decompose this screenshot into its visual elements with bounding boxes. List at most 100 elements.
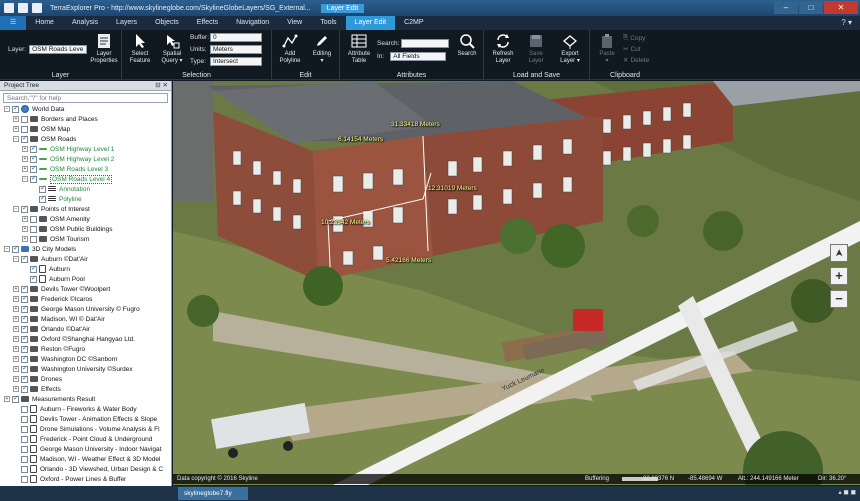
tree-item[interactable]: Oxford - Power Lines & Buffer: [0, 475, 171, 485]
tree-item[interactable]: + OSM Roads Level 3: [0, 164, 171, 175]
tree-item[interactable]: − Auburn ©Dat'Air: [0, 254, 171, 265]
spatial-query-button[interactable]: Spatial Query ▾: [158, 33, 186, 65]
tree-item[interactable]: Auburn: [0, 264, 171, 275]
expand-toggle-icon[interactable]: +: [13, 336, 19, 343]
tree-item[interactable]: + OSM Highway Level 1: [0, 144, 171, 155]
type-select[interactable]: Intersect: [210, 57, 262, 66]
tree-search-input[interactable]: Search,"?" for help: [3, 93, 168, 103]
visibility-checkbox[interactable]: [21, 254, 28, 264]
visibility-checkbox[interactable]: [21, 314, 28, 324]
add-polyline-button[interactable]: Add Polyline: [276, 33, 304, 65]
expand-toggle-icon[interactable]: +: [13, 356, 19, 363]
tree-item[interactable]: + Measurements Result: [0, 394, 171, 405]
visibility-checkbox[interactable]: [30, 225, 37, 233]
3d-map-viewport[interactable]: Yuck Leumane 6.14154 Meters 31.33418 Met…: [173, 81, 860, 485]
visibility-checkbox[interactable]: [21, 425, 28, 433]
tab-objects[interactable]: Objects: [146, 16, 188, 30]
tree-item[interactable]: Orlando - 3D Viewshed, Urban Design & C: [0, 465, 171, 475]
expand-toggle-icon[interactable]: +: [22, 236, 28, 243]
tree-item[interactable]: + Effects: [0, 384, 171, 395]
tree-item[interactable]: − OSM Roads: [0, 134, 171, 145]
search-field-select[interactable]: All Fields: [390, 52, 447, 61]
visibility-checkbox[interactable]: [30, 264, 37, 274]
expand-toggle-icon[interactable]: +: [22, 216, 28, 223]
expand-toggle-icon[interactable]: −: [13, 136, 19, 143]
visibility-checkbox[interactable]: [30, 215, 37, 223]
expand-toggle-icon[interactable]: +: [22, 226, 28, 233]
new-icon[interactable]: [18, 3, 28, 13]
tree-item[interactable]: + OSM Public Buildings: [0, 225, 171, 235]
file-menu-button[interactable]: ☰: [0, 16, 27, 30]
tree-item[interactable]: + OSM Tourism: [0, 235, 171, 245]
paste-button[interactable]: Paste ▾: [594, 33, 620, 65]
tab-effects[interactable]: Effects: [188, 16, 227, 30]
visibility-checkbox[interactable]: [21, 115, 28, 123]
tab-layer-edit[interactable]: Layer Edit: [345, 16, 396, 30]
tab-navigation[interactable]: Navigation: [227, 16, 278, 30]
visibility-checkbox[interactable]: [21, 405, 28, 413]
zoom-in-button[interactable]: +: [830, 267, 848, 285]
tree-item[interactable]: + Borders and Places: [0, 115, 171, 125]
maximize-button[interactable]: □: [799, 1, 823, 14]
visibility-checkbox[interactable]: [21, 204, 28, 214]
visibility-checkbox[interactable]: [21, 435, 28, 443]
expand-toggle-icon[interactable]: +: [13, 326, 19, 333]
visibility-checkbox[interactable]: [21, 344, 28, 354]
tree-item[interactable]: − Points of Interest: [0, 204, 171, 215]
buffer-input[interactable]: 0: [210, 33, 262, 42]
north-arrow-icon[interactable]: ➤: [830, 244, 848, 262]
tree-item[interactable]: Madison, WI - Weather Effect & 3D Model: [0, 455, 171, 465]
visibility-checkbox[interactable]: [30, 144, 37, 154]
tree-item[interactable]: Frederick - Point Cloud & Underground: [0, 435, 171, 445]
visibility-checkbox[interactable]: [21, 354, 28, 364]
visibility-checkbox[interactable]: [39, 184, 46, 194]
expand-toggle-icon[interactable]: +: [13, 316, 19, 323]
visibility-checkbox[interactable]: [12, 244, 19, 254]
expand-toggle-icon[interactable]: +: [13, 286, 19, 293]
editing-button[interactable]: Editing ▾: [308, 33, 336, 65]
expand-toggle-icon[interactable]: +: [13, 376, 19, 383]
tree-item[interactable]: − OSM Roads Level 4: [0, 174, 171, 185]
app-icon[interactable]: [4, 3, 14, 13]
delete-button[interactable]: ✕ Delete: [623, 56, 649, 65]
visibility-checkbox[interactable]: [21, 475, 28, 483]
visibility-checkbox[interactable]: [21, 374, 28, 384]
close-button[interactable]: ✕: [824, 1, 858, 14]
tab-c2mp[interactable]: C2MP: [395, 16, 432, 30]
expand-toggle-icon[interactable]: −: [4, 246, 10, 253]
tree-item[interactable]: + OSM Amenity: [0, 215, 171, 225]
export-layer-button[interactable]: Export Layer ▾: [554, 33, 586, 65]
visibility-checkbox[interactable]: [21, 125, 28, 133]
expand-toggle-icon[interactable]: −: [22, 176, 28, 183]
expand-toggle-icon[interactable]: +: [4, 396, 10, 403]
expand-toggle-icon[interactable]: −: [13, 206, 19, 213]
attribute-table-button[interactable]: Attribute Table: [344, 33, 374, 65]
units-select[interactable]: Meters: [210, 45, 262, 54]
attribute-search-input[interactable]: [401, 39, 450, 48]
tree-item[interactable]: George Mason University - Indoor Navigat: [0, 445, 171, 455]
expand-toggle-icon[interactable]: +: [13, 296, 19, 303]
visibility-checkbox[interactable]: [21, 364, 28, 374]
open-icon[interactable]: [32, 3, 42, 13]
select-feature-button[interactable]: Select Feature: [126, 33, 154, 65]
help-icon[interactable]: ? ▾: [841, 18, 852, 27]
tree-item[interactable]: Devils Tower - Animation Effects & Slope: [0, 415, 171, 425]
expand-toggle-icon[interactable]: +: [22, 166, 28, 173]
expand-toggle-icon[interactable]: +: [13, 346, 19, 353]
expand-toggle-icon[interactable]: −: [13, 256, 19, 263]
visibility-checkbox[interactable]: [21, 455, 28, 463]
taskbar-item-active[interactable]: skylineglobe7.fly: [178, 487, 248, 500]
tab-analysis[interactable]: Analysis: [63, 16, 107, 30]
tab-layers[interactable]: Layers: [107, 16, 146, 30]
visibility-checkbox[interactable]: [21, 445, 28, 453]
zoom-out-button[interactable]: −: [830, 290, 848, 308]
expand-toggle-icon[interactable]: +: [13, 366, 19, 373]
minimize-button[interactable]: –: [774, 1, 798, 14]
expand-toggle-icon[interactable]: +: [22, 146, 28, 153]
expand-toggle-icon[interactable]: +: [22, 156, 28, 163]
expand-toggle-icon[interactable]: +: [13, 126, 19, 133]
visibility-checkbox[interactable]: [30, 164, 37, 174]
layer-select[interactable]: OSM Roads Leve: [29, 45, 88, 54]
tree-item[interactable]: Auburn - Fireworks & Water Body: [0, 405, 171, 415]
cut-button[interactable]: ✂ Cut: [623, 45, 641, 54]
